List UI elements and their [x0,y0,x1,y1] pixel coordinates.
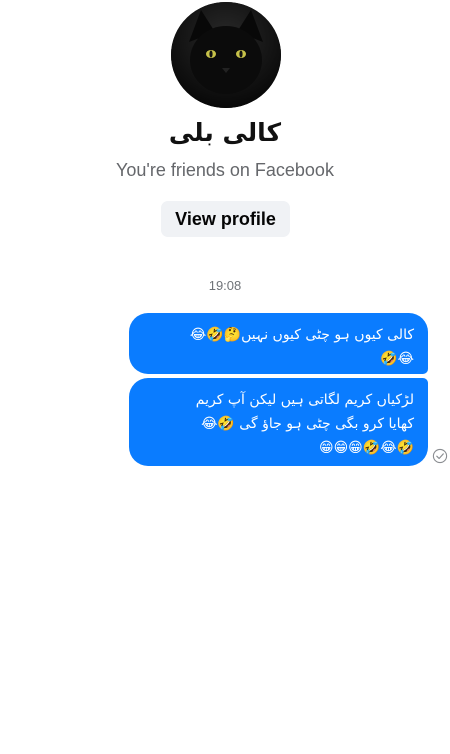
message-timestamp: 19:08 [208,278,242,293]
message-bubble[interactable]: کالی کیوں ہو چٹی کیوں نہیں🤔🤣😂 😂🤣 [129,313,428,374]
contact-name: کالی بلی [168,118,282,147]
contact-avatar[interactable] [171,2,281,108]
message-line: 😂🤣 [380,351,414,367]
view-profile-button[interactable]: View profile [161,201,290,237]
message-line: کھایا کرو بگی چٹی ہو جاؤ گی 🤣😂 [201,416,414,432]
black-cat-image [171,2,281,108]
message-line: 🤣😂🤣😁😁😁 [318,440,414,456]
friend-status: You're friends on Facebook [116,160,334,180]
message-line: کالی کیوں ہو چٹی کیوں نہیں🤔🤣😂 [189,327,414,343]
message-line: لڑکیاں کریم لگاتی ہیں لیکن آپ کریم [195,392,414,408]
check-circle-icon [432,448,448,464]
message-bubble[interactable]: لڑکیاں کریم لگاتی ہیں لیکن آپ کریم کھایا… [129,378,428,466]
